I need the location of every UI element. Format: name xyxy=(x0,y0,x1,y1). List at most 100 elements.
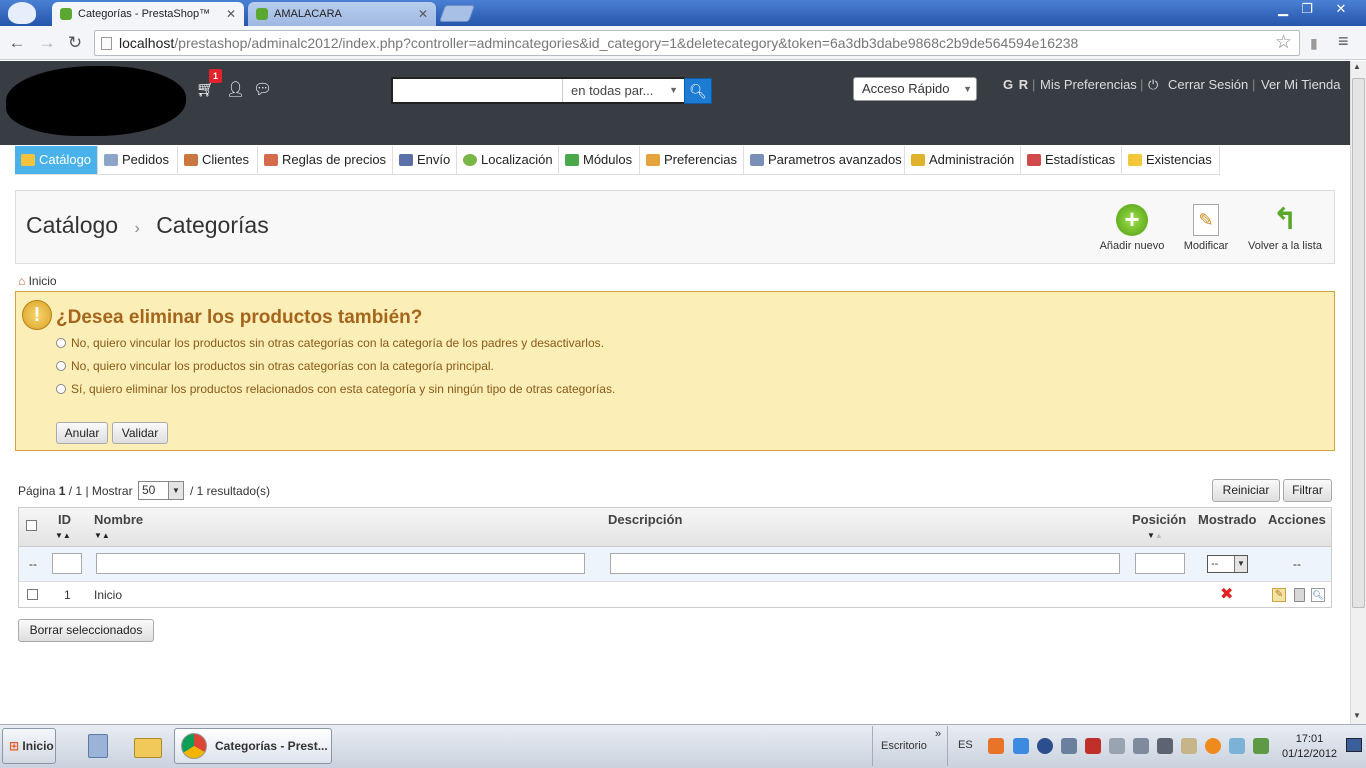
column-id[interactable]: ID xyxy=(58,512,71,527)
sync-tray-icon[interactable] xyxy=(1229,738,1245,754)
menu-item-pedidos[interactable]: Pedidos xyxy=(98,146,178,174)
description-filter-input[interactable] xyxy=(610,553,1120,574)
view-store-link[interactable]: Ver Mi Tienda xyxy=(1261,77,1341,92)
show-desktop-icon[interactable] xyxy=(1346,738,1362,752)
radio-button[interactable] xyxy=(56,338,66,348)
start-button[interactable]: ⊞ Inicio xyxy=(2,728,56,764)
column-position[interactable]: Posición xyxy=(1132,512,1186,527)
menu-item-parametros-avanzados[interactable]: Parametros avanzados xyxy=(744,146,905,174)
address-bar[interactable]: localhost/prestashop/adminalc2012/index.… xyxy=(94,30,1300,56)
desktop-toolbar[interactable]: Escritorio » xyxy=(872,726,948,766)
close-icon[interactable]: ✕ xyxy=(226,7,236,21)
new-tab-button[interactable] xyxy=(438,5,476,22)
explorer-folder-icon[interactable] xyxy=(130,728,166,764)
xampp-tray-icon[interactable] xyxy=(988,738,1004,754)
row-name[interactable]: Inicio xyxy=(94,588,122,602)
disabled-status-icon[interactable]: ✖ xyxy=(1220,584,1233,604)
gmail-tray-icon[interactable] xyxy=(1085,738,1101,754)
scroll-down-icon[interactable]: ▼ xyxy=(1353,711,1361,720)
wrench-icon xyxy=(750,154,764,166)
cancel-button[interactable]: Anular xyxy=(56,422,108,444)
actions-filter-dash: -- xyxy=(1293,557,1301,571)
menu-item-administracion[interactable]: Administración xyxy=(905,146,1021,174)
browser-tab-amalacara[interactable]: AMALACARA ✕ xyxy=(248,2,436,26)
chevron-down-icon: ▼ xyxy=(168,482,183,499)
chrome-menu-icon[interactable]: ≡ xyxy=(1338,31,1349,52)
per-page-select[interactable]: 50 ▼ xyxy=(138,481,184,500)
scrollbar-thumb[interactable] xyxy=(1352,78,1365,608)
search-button[interactable]: 🔍︎ xyxy=(684,78,712,104)
taskbar-chrome-window[interactable]: Categorías - Prest... xyxy=(174,728,332,764)
trash-icon[interactable] xyxy=(1294,588,1305,602)
divider: | xyxy=(1252,77,1256,92)
radio-option-link-home[interactable]: No, quiero vincular los productos sin ot… xyxy=(56,359,494,373)
edit-icon[interactable]: ✎ xyxy=(1272,588,1286,602)
profile-avatar[interactable] xyxy=(8,2,36,24)
network-icon[interactable] xyxy=(1133,738,1149,754)
view-icon[interactable]: 🔍︎ xyxy=(1311,588,1325,602)
menu-item-reglas-precios[interactable]: Reglas de precios xyxy=(258,146,393,174)
flag-tray-icon[interactable] xyxy=(1181,738,1197,754)
back-icon[interactable]: ← xyxy=(6,32,28,54)
forward-icon[interactable]: → xyxy=(36,32,58,54)
radio-option-link-parent[interactable]: No, quiero vincular los productos sin ot… xyxy=(56,336,604,350)
radio-button[interactable] xyxy=(56,361,66,371)
menu-item-clientes[interactable]: Clientes xyxy=(178,146,258,174)
logout-link[interactable]: Cerrar Sesión xyxy=(1168,77,1248,92)
row-checkbox[interactable] xyxy=(27,589,38,600)
restore-icon[interactable]: ❐ xyxy=(1296,0,1318,18)
price-rules-icon xyxy=(264,154,278,166)
app-tray-icon[interactable] xyxy=(1037,738,1053,754)
filter-button[interactable]: Filtrar xyxy=(1283,479,1332,502)
start-label: Inicio xyxy=(22,739,54,753)
scroll-up-icon[interactable]: ▲ xyxy=(1353,62,1361,71)
my-preferences-link[interactable]: Mis Preferencias xyxy=(1040,77,1137,92)
volume-icon[interactable] xyxy=(1109,738,1125,754)
radio-option-delete[interactable]: Sí, quiero eliminar los productos relaci… xyxy=(56,382,615,396)
reload-icon[interactable]: ↻ xyxy=(64,32,86,54)
back-to-list-button[interactable]: ↰ Volver a la lista xyxy=(1245,204,1325,253)
system-clock[interactable]: 17:01 01/12/2012 xyxy=(1282,732,1337,762)
window-close-icon[interactable]: ✕ xyxy=(1330,0,1352,18)
displayed-filter-select[interactable]: -- ▼ xyxy=(1207,555,1248,573)
menu-item-modulos[interactable]: Módulos xyxy=(559,146,640,174)
quick-access-select[interactable]: Acceso Rápido ▼ xyxy=(853,77,977,101)
menu-item-envio[interactable]: Envío xyxy=(393,146,457,174)
messages-icon[interactable]: 💬︎ xyxy=(253,80,272,98)
breadcrumb[interactable]: ⌂ Inicio xyxy=(18,274,57,288)
sort-arrows-icon[interactable]: ▼▲ xyxy=(1147,531,1163,540)
menu-item-localizacion[interactable]: Localización xyxy=(457,146,559,174)
bulk-delete-button[interactable]: Borrar seleccionados xyxy=(18,619,154,642)
avast-tray-icon[interactable] xyxy=(1205,738,1221,754)
validate-button[interactable]: Validar xyxy=(112,422,168,444)
edit-button[interactable]: ✎ Modificar xyxy=(1166,204,1246,252)
select-all-checkbox[interactable] xyxy=(26,520,37,531)
bookmark-star-icon[interactable]: ☆ xyxy=(1275,31,1292,54)
add-new-button[interactable]: + Añadir nuevo xyxy=(1092,204,1172,252)
extension-signal-icon[interactable]: ▮ xyxy=(1310,35,1318,52)
close-icon[interactable]: ✕ xyxy=(418,7,428,21)
chevron-right-icon: » xyxy=(935,728,942,740)
minimize-icon[interactable]: ▁ xyxy=(1272,0,1294,18)
calculator-icon[interactable] xyxy=(80,728,116,764)
sort-arrows-icon[interactable]: ▼▲ xyxy=(55,531,71,540)
device-tray-icon[interactable] xyxy=(1157,738,1173,754)
menu-item-estadisticas[interactable]: Estadísticas xyxy=(1021,146,1122,174)
search-scope-select[interactable]: en todas par... ▼ xyxy=(562,79,684,102)
name-filter-input[interactable] xyxy=(96,553,585,574)
id-filter-input[interactable] xyxy=(52,553,82,574)
security-tray-icon[interactable] xyxy=(1253,738,1269,754)
browser-tab-categorias[interactable]: Categorías - PrestaShop™ ✕ xyxy=(52,2,244,26)
menu-item-catalogo[interactable]: Catálogo xyxy=(15,146,98,174)
column-name[interactable]: Nombre xyxy=(94,512,143,527)
sort-arrows-icon[interactable]: ▼▲ xyxy=(94,531,110,540)
monitor-tray-icon[interactable] xyxy=(1061,738,1077,754)
menu-item-existencias[interactable]: Existencias xyxy=(1122,146,1220,174)
customer-icon[interactable]: 👤︎ xyxy=(226,80,245,98)
position-filter-input[interactable] xyxy=(1135,553,1185,574)
menu-item-preferencias[interactable]: Preferencias xyxy=(640,146,744,174)
language-indicator[interactable]: ES xyxy=(958,739,973,751)
reset-button[interactable]: Reiniciar xyxy=(1212,479,1280,502)
radio-button[interactable] xyxy=(56,384,66,394)
dropbox-tray-icon[interactable] xyxy=(1013,738,1029,754)
